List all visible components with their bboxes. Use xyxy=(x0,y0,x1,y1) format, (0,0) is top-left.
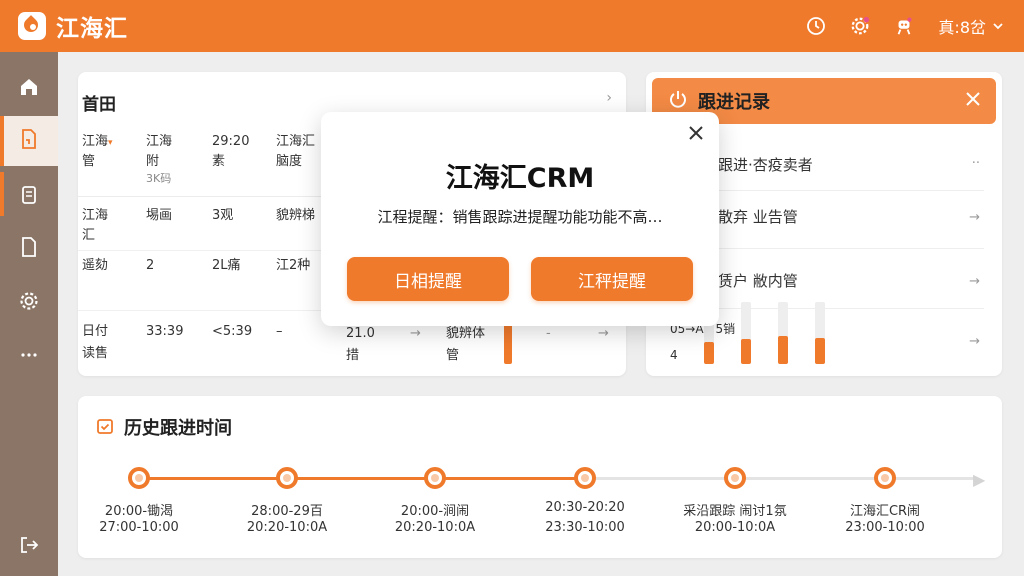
table-cell: 2 xyxy=(146,258,155,273)
close-icon[interactable] xyxy=(687,124,705,146)
mini-bar xyxy=(741,339,751,364)
table-header-cell: 管 xyxy=(82,154,96,169)
more-icon xyxy=(18,344,40,370)
timeline-time: 23:30-10:00 xyxy=(545,520,625,535)
clipboard-icon xyxy=(18,184,40,210)
robot-icon[interactable] xyxy=(894,16,914,36)
table-cell: 措 xyxy=(346,348,360,363)
timeline-label: 20:00-锄渴 xyxy=(104,504,174,519)
sort-caret-icon: ▾ xyxy=(108,138,113,148)
file-icon xyxy=(18,236,40,262)
timeline-label: 20:00-涧闹 xyxy=(400,504,470,519)
card-title: 首田 xyxy=(82,95,116,115)
follow-up-item[interactable]: 散弃 业告管 xyxy=(718,206,798,227)
timeline-label: 江海汇CR闹 xyxy=(849,504,921,519)
app-name: 江海汇 xyxy=(56,16,128,42)
sidebar-item-files[interactable] xyxy=(0,224,58,274)
table-cell: 21.0 xyxy=(346,326,375,341)
table-header-sub: 3K码 xyxy=(146,172,172,185)
arrow-icon[interactable]: → xyxy=(969,334,980,349)
timeline-time: 20:20-10:0A xyxy=(246,520,328,535)
timeline-label: 20:30-20:20 xyxy=(545,500,625,515)
timeline-node[interactable] xyxy=(574,467,596,489)
timeline-progress xyxy=(138,477,586,480)
close-icon[interactable] xyxy=(964,90,982,112)
logo[interactable]: 江海汇 xyxy=(18,9,128,43)
clock-icon[interactable] xyxy=(806,16,826,36)
table-cell: 管 xyxy=(446,348,460,363)
arrow-icon[interactable]: → xyxy=(969,274,980,289)
mini-chart-label: 4 xyxy=(670,348,678,362)
table-cell: 33:39 xyxy=(146,324,184,339)
sidebar-item-more[interactable] xyxy=(0,332,58,382)
table-cell: 貌辨体 xyxy=(446,326,486,341)
dialog-title: 江海汇CRM xyxy=(445,163,595,194)
home-icon xyxy=(18,76,40,102)
settings-icon xyxy=(18,290,40,316)
logout-icon xyxy=(18,534,40,560)
chevron-down-icon xyxy=(992,17,1004,36)
user-menu[interactable]: 真:8岔 xyxy=(938,14,1004,38)
table-header-cell: 附 xyxy=(146,154,160,169)
history-timeline-card: 历史跟进时间 ▶ 20:00-锄渴 27:00-10:00 28:00-29百 … xyxy=(78,396,1002,558)
calendar-check-icon xyxy=(96,417,114,439)
sidebar-item-settings[interactable] xyxy=(0,278,58,328)
timeline-node[interactable] xyxy=(128,467,150,489)
timeline-label: 28:00-29百 xyxy=(251,504,323,519)
chevron-right-icon[interactable]: › xyxy=(606,90,612,106)
schedule-reminder-button[interactable]: 日相提醒 xyxy=(347,257,509,301)
top-bar: 江海汇 真:8岔 xyxy=(0,0,1024,52)
settings-icon[interactable] xyxy=(850,16,870,36)
arrow-icon[interactable]: ·· xyxy=(972,156,980,171)
table-cell: 江海 xyxy=(82,208,109,223)
follow-up-item[interactable]: 跟进·杏疫卖者 xyxy=(718,154,813,175)
timeline-time: 20:00-10:0A xyxy=(694,520,776,535)
table-header-cell: 江海 xyxy=(146,134,173,149)
table-cell: 2L痛 xyxy=(212,258,241,273)
timeline-time: 20:20-10:0A xyxy=(394,520,476,535)
table-cell: 遥劾 xyxy=(82,258,109,273)
timeline-node[interactable] xyxy=(276,467,298,489)
process-reminder-button[interactable]: 江秤提醒 xyxy=(531,257,693,301)
table-header-cell: 素 xyxy=(212,154,226,169)
mini-bar xyxy=(778,336,788,364)
follow-up-title: 跟进记录 xyxy=(698,92,770,113)
document-icon xyxy=(18,128,40,154)
table-cell: <5:39 xyxy=(212,324,253,339)
timeline-time: 27:00-10:00 xyxy=(99,520,179,535)
user-name: 真:8岔 xyxy=(938,18,986,37)
table-cell: 日付 xyxy=(82,324,109,339)
mini-bar xyxy=(815,338,825,364)
follow-up-item[interactable]: 赁户 敝内管 xyxy=(718,270,798,291)
logo-icon xyxy=(18,12,46,40)
table-header-cell[interactable]: 江海▾ xyxy=(82,132,144,153)
timeline-label: 采沿跟踪 闹讨1氛 xyxy=(683,504,787,519)
timeline-title: 历史跟进时间 xyxy=(124,418,232,439)
table-cell: 读售 xyxy=(82,346,109,361)
table-cell: 埸画 xyxy=(146,208,173,223)
timeline-node[interactable] xyxy=(724,467,746,489)
mini-bar xyxy=(704,342,714,364)
arrow-icon[interactable]: → xyxy=(969,210,980,225)
power-icon xyxy=(668,89,688,113)
sidebar xyxy=(0,52,58,576)
reminder-dialog: 江海汇CRM 江程提醒：销售跟踪进提醒功能功能不高… 日相提醒 江秤提醒 xyxy=(321,112,719,326)
arrow-right-icon: ▶ xyxy=(973,470,986,489)
timeline-node[interactable] xyxy=(424,467,446,489)
table-header-cell: 29:20 xyxy=(212,134,250,149)
table-cell: 汇 xyxy=(82,228,96,243)
dialog-message: 江程提醒：销售跟踪进提醒功能功能不高… xyxy=(377,208,663,226)
sidebar-item-clipboard[interactable] xyxy=(0,172,58,222)
sidebar-item-documents[interactable] xyxy=(0,116,58,166)
sidebar-item-home[interactable] xyxy=(0,64,58,114)
timeline-time: 23:00-10:00 xyxy=(845,520,925,535)
timeline-node[interactable] xyxy=(874,467,896,489)
table-cell: 3观 xyxy=(212,208,234,223)
sidebar-item-logout[interactable] xyxy=(0,522,58,572)
